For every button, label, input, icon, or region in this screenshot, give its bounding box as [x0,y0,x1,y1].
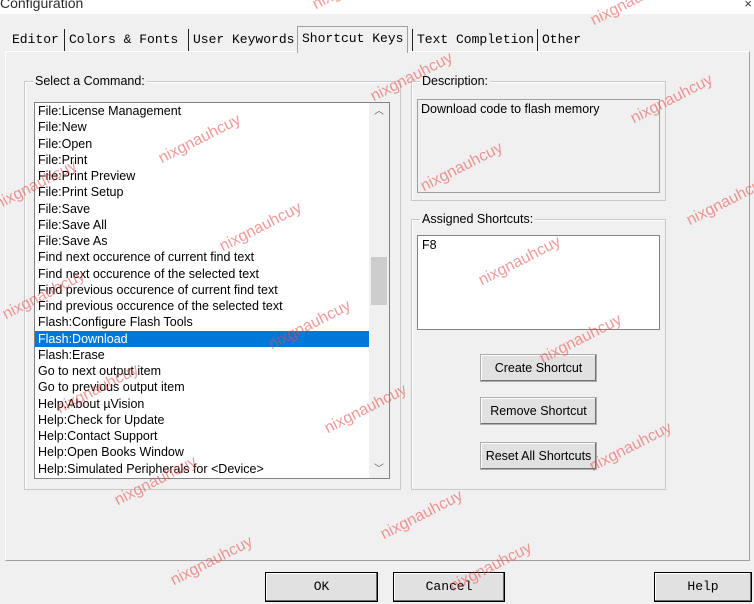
tab-text-completion[interactable]: Text Completion [412,29,538,51]
close-icon[interactable]: × [744,0,752,11]
command-list-scrollbar[interactable]: ︿ ﹀ [369,103,389,478]
chevron-down-icon[interactable]: ﹀ [369,461,389,478]
tab-colors-fonts[interactable]: Colors & Fonts [64,29,182,51]
tab-bar: Editor Colors & Fonts User Keywords Shor… [8,26,748,53]
command-list-item[interactable]: Go to previous output item [35,379,369,395]
help-button[interactable]: Help [654,572,752,602]
command-list-item[interactable]: File:Open [35,136,369,152]
command-list-item[interactable]: Find previous occurence of the selected … [35,298,369,314]
command-list-item[interactable]: File:Print Setup [35,184,369,200]
command-list-item[interactable]: Find next occurence of current find text [35,249,369,265]
command-list-item[interactable]: File:Save As [35,233,369,249]
command-list[interactable]: File:License Management File:New File:Open… [34,102,390,479]
ok-button[interactable]: OK [265,572,378,602]
command-list-item[interactable]: Help:Simulated Peripherals for <Device> [35,461,369,477]
window-title: Configuration [0,0,84,11]
command-list-item[interactable]: File:Print [35,152,369,168]
description-text: Download code to flash memory [417,99,660,193]
reset-all-shortcuts-button[interactable]: Reset All Shortcuts [480,442,597,470]
command-list-item[interactable]: File:License Management [35,103,369,119]
command-list-item[interactable]: File:New [35,119,369,135]
command-list-item[interactable]: Flash:Configure Flash Tools [35,314,369,330]
command-list-item[interactable]: Help:Contact Support [35,428,369,444]
description-label: Description: [420,73,490,89]
command-list-item[interactable]: Help:Check for Update [35,412,369,428]
command-list-item[interactable]: File:Save [35,201,369,217]
scrollbar-thumb[interactable] [371,257,387,305]
create-shortcut-button[interactable]: Create Shortcut [480,354,597,382]
command-list-item[interactable]: Find previous occurence of current find … [35,282,369,298]
command-list-item[interactable]: File:Save All [35,217,369,233]
shortcut-item[interactable]: F8 [422,238,655,252]
chevron-up-icon[interactable]: ︿ [369,103,389,120]
cancel-button[interactable]: Cancel [393,572,505,602]
command-items: File:License Management File:New File:Open… [35,103,369,477]
command-list-item[interactable]: Find next occurence of the selected text [35,266,369,282]
tab-editor[interactable]: Editor [8,29,63,51]
remove-shortcut-button[interactable]: Remove Shortcut [480,397,597,425]
assigned-shortcuts-list[interactable]: F8 [417,235,660,330]
command-list-item[interactable]: Flash:Erase [35,347,369,363]
select-command-label: Select a Command: [33,73,147,89]
command-list-item[interactable]: Go to next output item [35,363,369,379]
tab-user-keywords[interactable]: User Keywords [188,29,298,51]
tab-shortcut-keys[interactable]: Shortcut Keys [297,26,409,53]
assigned-shortcuts-label: Assigned Shortcuts: [420,211,536,227]
tab-other[interactable]: Other [537,29,585,51]
command-list-item[interactable]: Flash:Download [35,330,369,347]
title-bar: Configuration × [0,0,754,14]
command-list-item[interactable]: Help:About µVision [35,396,369,412]
command-list-item[interactable]: Help:Open Books Window [35,444,369,460]
command-list-item[interactable]: File:Print Preview [35,168,369,184]
